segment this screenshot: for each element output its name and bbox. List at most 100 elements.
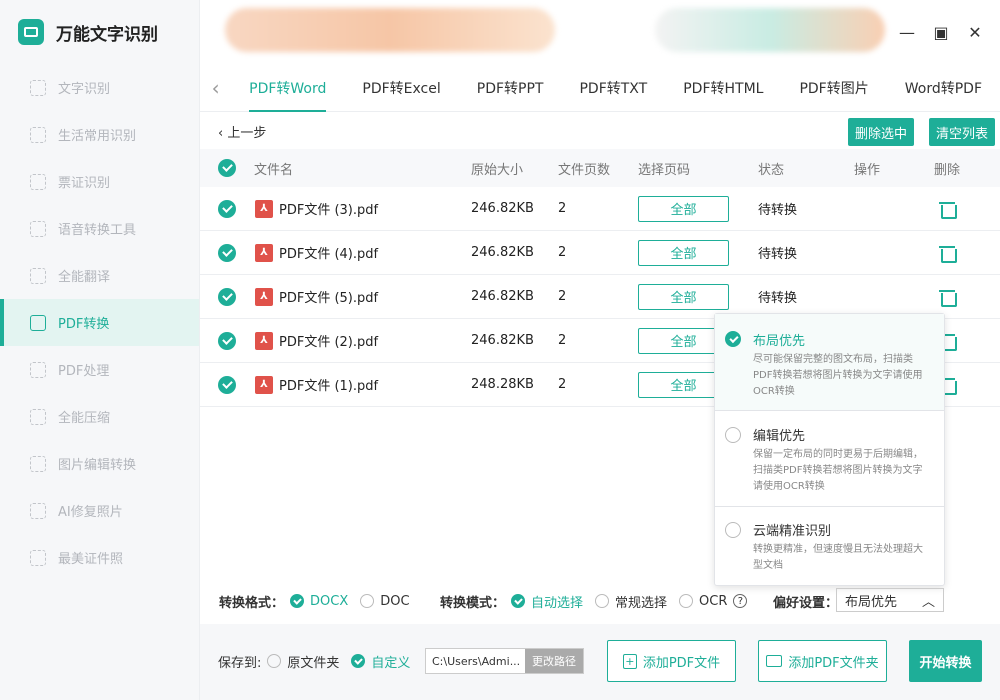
start-convert-button[interactable]: 开始转换: [909, 640, 982, 682]
nav-icon: [30, 126, 46, 143]
banner-ad-secondary[interactable]: [655, 8, 885, 52]
sidebar-item-8[interactable]: 图片编辑转换: [0, 440, 199, 487]
sidebar-item-0[interactable]: 文字识别: [0, 64, 199, 111]
file-pages: 2: [558, 245, 567, 260]
tab-3[interactable]: PDF转TXT: [561, 64, 665, 112]
pref-option-edit[interactable]: 编辑优先 保留一定布局的同时更易于后期编辑，扫描类PDF转换若想将图片转换为文字…: [715, 411, 944, 506]
sidebar-item-7[interactable]: 全能压缩: [0, 393, 199, 440]
tab-4[interactable]: PDF转HTML: [665, 64, 781, 112]
row-checkbox[interactable]: [218, 243, 236, 262]
title-bar: — ▣ ✕: [200, 0, 1000, 64]
file-status: 待转换: [758, 291, 798, 306]
delete-selected-button[interactable]: 删除选中: [848, 118, 915, 146]
sidebar-item-9[interactable]: AI修复照片: [0, 487, 199, 534]
nav-icon: [30, 549, 46, 566]
mode-normal-radio[interactable]: [595, 594, 610, 608]
tab-2[interactable]: PDF转PPT: [459, 64, 562, 112]
file-name: PDF文件 (1).pdf: [279, 379, 379, 394]
save-label: 保存到:: [218, 655, 262, 671]
banner-ad[interactable]: [225, 8, 555, 52]
save-custom-radio[interactable]: [351, 654, 366, 668]
sidebar-item-1[interactable]: 生活常用识别: [0, 111, 199, 158]
trash-icon[interactable]: [939, 288, 957, 307]
pref-edit-title: 编辑优先: [753, 429, 806, 444]
row-checkbox[interactable]: [218, 287, 236, 306]
close-button[interactable]: ✕: [965, 22, 985, 42]
folder-icon: [766, 655, 783, 667]
file-name: PDF文件 (2).pdf: [279, 335, 379, 350]
format-doc-radio[interactable]: [360, 594, 375, 608]
ocr-help-icon[interactable]: ?: [733, 594, 748, 608]
tabs-scroll-left-icon[interactable]: ‹: [200, 76, 231, 100]
sidebar-item-label: PDF转换: [58, 317, 110, 332]
change-path-button[interactable]: 更改路径: [525, 649, 583, 673]
save-path-value: C:\Users\Admi...: [432, 654, 521, 668]
minimize-button[interactable]: —: [897, 22, 917, 42]
back-button[interactable]: ‹ 上一步: [218, 122, 266, 141]
tab-1[interactable]: PDF转Excel: [344, 64, 458, 112]
pref-select-value: 布局优先: [845, 594, 898, 610]
pref-select[interactable]: 布局优先 ︿: [836, 588, 944, 612]
sidebar-item-label: 全能压缩: [58, 411, 111, 426]
sidebar-item-label: AI修复照片: [58, 505, 123, 520]
file-pages: 2: [558, 377, 567, 392]
file-size: 246.82KB: [471, 201, 534, 216]
sidebar-item-5[interactable]: PDF转换: [0, 299, 199, 346]
pref-cloud-radio[interactable]: [725, 522, 741, 538]
select-all-checkbox[interactable]: [218, 159, 236, 177]
tab-0[interactable]: PDF转Word: [231, 64, 344, 112]
row-checkbox[interactable]: [218, 199, 236, 218]
format-docx-label[interactable]: DOCX: [310, 594, 348, 609]
pref-layout-radio[interactable]: [725, 331, 741, 347]
save-custom-label[interactable]: 自定义: [371, 652, 410, 671]
mode-ocr-label[interactable]: OCR: [699, 594, 727, 609]
nav-icon: [30, 455, 46, 472]
trash-icon[interactable]: [939, 200, 957, 219]
add-file-label: 添加PDF文件: [642, 655, 721, 671]
page-range-button[interactable]: 全部: [638, 239, 729, 266]
mode-auto-radio[interactable]: [511, 594, 526, 608]
sidebar-item-4[interactable]: 全能翻译: [0, 252, 199, 299]
nav-icon: [30, 79, 46, 96]
pref-layout-title: 布局优先: [753, 334, 806, 349]
file-name: PDF文件 (4).pdf: [279, 247, 379, 262]
page-range-button[interactable]: 全部: [638, 195, 729, 222]
pref-option-cloud[interactable]: 云端精准识别 转换更精准，但速度慢且无法处理超大型文档: [715, 507, 944, 585]
mode-normal-label[interactable]: 常规选择: [615, 592, 667, 611]
table-row: ⅄ PDF文件 (3).pdf 246.82KB 2 全部 待转换: [200, 187, 1000, 231]
nav-icon: [30, 267, 46, 284]
add-folder-label: 添加PDF文件夹: [788, 655, 879, 671]
row-checkbox[interactable]: [218, 375, 236, 394]
trash-icon[interactable]: [939, 244, 957, 263]
nav-icon: [30, 220, 46, 237]
save-original-label[interactable]: 原文件夹: [287, 652, 339, 671]
format-doc-label[interactable]: DOC: [380, 594, 409, 609]
pref-edit-radio[interactable]: [725, 427, 741, 443]
save-original-radio[interactable]: [267, 654, 282, 668]
sidebar-item-label: 图片编辑转换: [58, 458, 137, 473]
tab-5[interactable]: PDF转图片: [781, 64, 886, 112]
sidebar-item-2[interactable]: 票证识别: [0, 158, 199, 205]
file-size: 248.28KB: [471, 377, 534, 392]
pref-cloud-title: 云端精准识别: [753, 524, 832, 539]
add-pdf-file-button[interactable]: + 添加PDF文件: [607, 640, 736, 682]
sidebar-item-label: 语音转换工具: [58, 223, 137, 238]
sidebar-item-3[interactable]: 语音转换工具: [0, 205, 199, 252]
mode-ocr-radio[interactable]: [679, 594, 694, 608]
save-path-field[interactable]: C:\Users\Admi... 更改路径: [425, 648, 584, 674]
sidebar-item-6[interactable]: PDF处理: [0, 346, 199, 393]
sidebar-item-10[interactable]: 最美证件照: [0, 534, 199, 581]
maximize-button[interactable]: ▣: [931, 22, 951, 42]
format-docx-radio[interactable]: [290, 594, 305, 608]
app-brand: 万能文字识别: [0, 0, 199, 64]
file-size: 246.82KB: [471, 245, 534, 260]
clear-list-button[interactable]: 清空列表: [929, 118, 996, 146]
page-range-button[interactable]: 全部: [638, 283, 729, 310]
file-name: PDF文件 (3).pdf: [279, 203, 379, 218]
mode-auto-label[interactable]: 自动选择: [531, 592, 583, 611]
tab-6[interactable]: Word转PDF: [887, 64, 1000, 112]
pref-option-layout[interactable]: 布局优先 尽可能保留完整的图文布局，扫描类PDF转换若想将图片转换为文字请使用O…: [715, 314, 944, 410]
file-name: PDF文件 (5).pdf: [279, 291, 379, 306]
row-checkbox[interactable]: [218, 331, 236, 350]
add-pdf-folder-button[interactable]: 添加PDF文件夹: [758, 640, 887, 682]
